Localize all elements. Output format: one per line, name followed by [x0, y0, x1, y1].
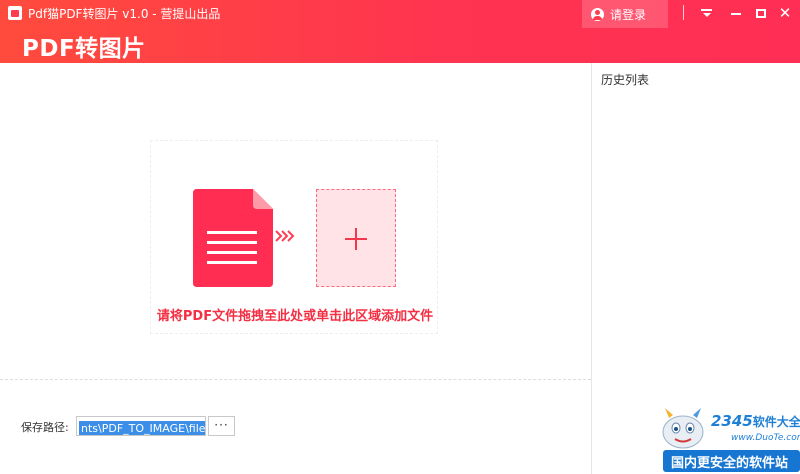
menu-button[interactable] — [695, 2, 717, 24]
add-file-box[interactable] — [316, 189, 396, 287]
plus-icon — [345, 228, 367, 250]
watermark-banner: 国内更安全的软件站 — [663, 450, 800, 472]
window-title: Pdf猫PDF转图片 v1.0 - 营提山出品 — [28, 7, 221, 21]
triple-chevron-right-icon — [275, 230, 295, 242]
app-window: Pdf猫PDF转图片 v1.0 - 营提山出品 PDF转图片 请登录 ✕ 请将P… — [0, 0, 800, 474]
login-label: 请登录 — [610, 7, 647, 22]
main-panel: 请将PDF文件拖拽至此处或单击此区域添加文件 保存路径: nts\PDF_TO_… — [0, 63, 591, 474]
save-path-label: 保存路径: — [21, 421, 69, 434]
pdf-document-icon — [193, 189, 273, 287]
section-divider — [0, 379, 591, 380]
site-watermark: 2345软件大全 www.DuoTe.com 国内更安全的软件站 — [657, 400, 800, 474]
mascot-icon — [662, 408, 704, 449]
page-title: PDF转图片 — [22, 36, 146, 62]
browse-button[interactable]: ··· — [208, 416, 235, 436]
watermark-url: www.DuoTe.com — [731, 433, 800, 443]
minimize-icon — [731, 13, 741, 15]
user-icon — [591, 7, 604, 21]
titlebar-divider — [683, 5, 684, 20]
watermark-slogan: 国内更安全的软件站 — [671, 456, 789, 471]
menu-icon — [700, 9, 712, 17]
close-button[interactable]: ✕ — [774, 2, 796, 24]
minimize-button[interactable] — [725, 2, 747, 24]
title-bar: Pdf猫PDF转图片 v1.0 - 营提山出品 PDF转图片 请登录 ✕ — [0, 0, 800, 63]
login-button[interactable]: 请登录 — [582, 0, 668, 28]
history-title: 历史列表 — [601, 73, 650, 87]
app-logo-icon — [8, 6, 22, 20]
save-path-input[interactable]: nts\PDF_TO_IMAGE\file — [76, 416, 206, 436]
close-icon: ✕ — [778, 3, 792, 22]
file-drop-zone[interactable]: 请将PDF文件拖拽至此处或单击此区域添加文件 — [150, 140, 438, 334]
maximize-button[interactable] — [750, 2, 772, 24]
save-path-value: nts\PDF_TO_IMAGE\file — [79, 421, 206, 435]
drop-hint-text: 请将PDF文件拖拽至此处或单击此区域添加文件 — [156, 309, 434, 324]
maximize-icon — [756, 8, 766, 18]
watermark-logo: 2345软件大全 — [711, 412, 800, 430]
